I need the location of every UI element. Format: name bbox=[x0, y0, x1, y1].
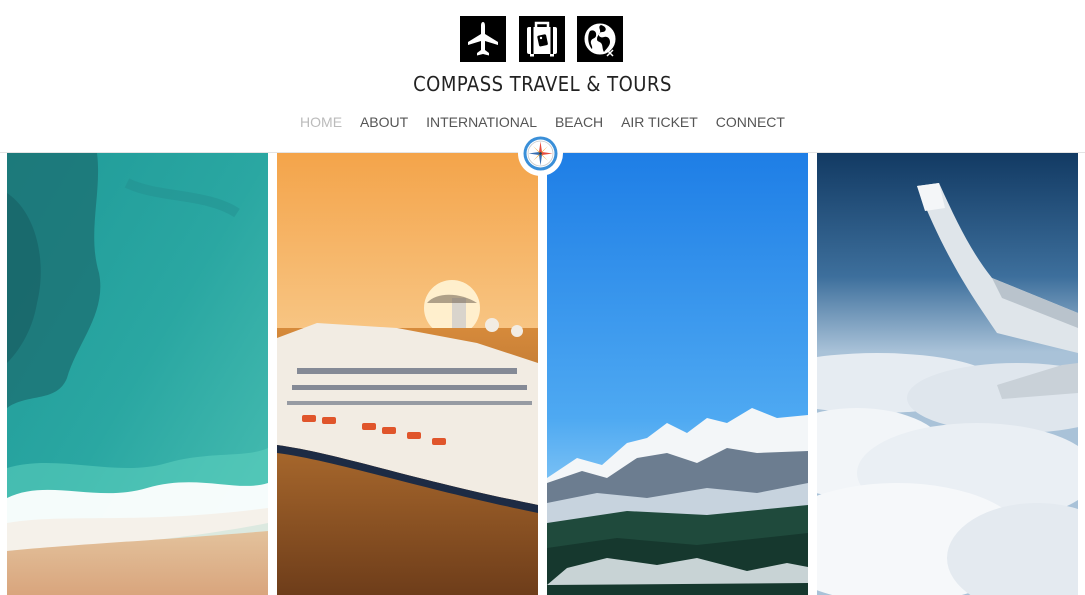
airplane-icon bbox=[460, 16, 506, 62]
cruise-ship-sunset-photo[interactable] bbox=[277, 153, 538, 595]
photo-gallery bbox=[0, 153, 1085, 595]
aerial-beach-photo[interactable] bbox=[7, 153, 268, 595]
nav-item-air-ticket[interactable]: AIR TICKET bbox=[621, 114, 698, 130]
logo[interactable] bbox=[460, 16, 624, 62]
suitcase-icon bbox=[519, 16, 565, 62]
nav-item-beach[interactable]: BEACH bbox=[555, 114, 603, 130]
snowy-mountains-photo[interactable] bbox=[547, 153, 808, 595]
main-nav: HOME ABOUT INTERNATIONAL BEACH AIR TICKE… bbox=[0, 114, 1085, 132]
airplane-wing-clouds-photo[interactable] bbox=[817, 153, 1078, 595]
nav-item-international[interactable]: INTERNATIONAL bbox=[426, 114, 537, 130]
globe-icon bbox=[577, 16, 623, 62]
nav-item-about[interactable]: ABOUT bbox=[360, 114, 408, 130]
nav-item-home[interactable]: HOME bbox=[300, 114, 342, 130]
brand-name[interactable]: COMPASS TRAVEL & TOURS bbox=[0, 72, 1085, 96]
nav-item-connect[interactable]: CONNECT bbox=[716, 114, 785, 130]
compass-icon[interactable] bbox=[518, 131, 563, 176]
